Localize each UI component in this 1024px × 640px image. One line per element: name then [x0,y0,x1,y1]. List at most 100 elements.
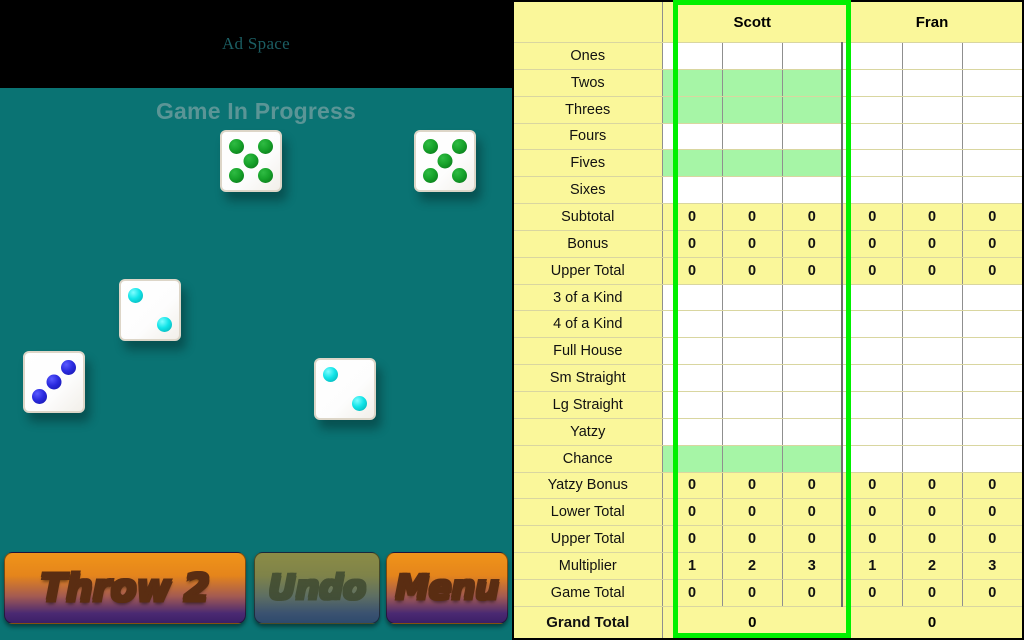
score-cell-scott-sixes-3[interactable] [782,176,843,205]
score-cell-scott-chance-3[interactable] [782,444,843,473]
score-cell-scott-subtotal-2: 0 [722,203,783,231]
score-cell-scott-sixes-1[interactable] [662,176,723,205]
score-cell-scott-3-of-a-kind-3[interactable] [782,283,843,312]
die-4-value-3[interactable] [23,351,85,413]
score-cell-scott-twos-1[interactable] [662,68,723,97]
score-cell-fran-fours-1[interactable] [842,122,903,151]
score-cell-fran-ones-3[interactable] [962,42,1022,70]
score-cell-scott-fives-1[interactable] [662,149,723,178]
score-cell-fran-twos-2[interactable] [902,68,963,97]
score-cell-scott-ones-2[interactable] [722,42,783,70]
score-cell-scott-yatzy-2[interactable] [722,417,783,446]
score-cell-scott-3-of-a-kind-1[interactable] [662,283,723,312]
score-cell-fran-fives-1[interactable] [842,149,903,178]
score-cell-scott-fours-3[interactable] [782,122,843,151]
score-cell-fran-threes-2[interactable] [902,95,963,124]
score-cell-fran-chance-2[interactable] [902,444,963,473]
die-pip-icon [128,288,143,303]
score-cell-scott-twos-3[interactable] [782,68,843,97]
score-cell-fran-sixes-2[interactable] [902,176,963,205]
score-cell-scott-sm-straight-1[interactable] [662,364,723,392]
score-cell-fran-4-of-a-kind-3[interactable] [962,310,1022,339]
score-cell-fran-ones-2[interactable] [902,42,963,70]
scorecard-row: Lower Total 0 0 0 0 0 0 [514,498,1022,527]
score-cell-fran-ones-1[interactable] [842,42,903,70]
score-cell-scott-sm-straight-3[interactable] [782,364,843,392]
score-cell-scott-4-of-a-kind-2[interactable] [722,310,783,339]
score-cell-scott-sm-straight-2[interactable] [722,364,783,392]
score-cell-fran-fours-3[interactable] [962,122,1022,151]
score-cell-fran-fives-2[interactable] [902,149,963,178]
score-cell-fran-twos-1[interactable] [842,68,903,97]
die-pip-icon [229,139,244,154]
score-cell-scott-3-of-a-kind-2[interactable] [722,283,783,312]
score-cell-scott-threes-2[interactable] [722,95,783,124]
score-cell-scott-fives-2[interactable] [722,149,783,178]
player-name-header-scott[interactable]: Scott [662,2,842,44]
score-cell-fran-lg-straight-3[interactable] [962,391,1022,419]
score-cell-scott-fives-3[interactable] [782,149,843,178]
score-cell-fran-sm-straight-2[interactable] [902,364,963,392]
score-cell-scott-4-of-a-kind-1[interactable] [662,310,723,339]
score-cell-fran-threes-3[interactable] [962,95,1022,124]
ad-space-banner[interactable]: Ad Space [0,0,512,88]
score-cell-scott-ones-1[interactable] [662,42,723,70]
score-cell-fran-4-of-a-kind-2[interactable] [902,310,963,339]
button-bar: Throw 2 Undo Menu [0,544,512,640]
game-status-text: Game In Progress [155,98,357,124]
score-cell-fran-3-of-a-kind-1[interactable] [842,283,903,312]
score-cell-scott-threes-3[interactable] [782,95,843,124]
score-cell-fran-lg-straight-2[interactable] [902,391,963,419]
throw-button[interactable]: Throw 2 [4,552,246,624]
score-cell-scott-full-house-1[interactable] [662,337,723,366]
score-cell-fran-chance-1[interactable] [842,444,903,473]
undo-button[interactable]: Undo [254,552,380,624]
score-cell-scott-yatzy-3[interactable] [782,417,843,446]
score-cell-scott-fours-1[interactable] [662,122,723,151]
die-5-value-2[interactable] [314,358,376,420]
score-cell-fran-chance-3[interactable] [962,444,1022,473]
score-cell-fran-4-of-a-kind-1[interactable] [842,310,903,339]
score-cell-fran-3-of-a-kind-2[interactable] [902,283,963,312]
die-3-value-2[interactable] [119,279,181,341]
die-pip-icon [452,168,467,183]
score-cell-scott-fours-2[interactable] [722,122,783,151]
score-cell-fran-lg-straight-1[interactable] [842,391,903,419]
score-cell-scott-upper-total-3: 0 [782,256,843,285]
score-cell-scott-lg-straight-3[interactable] [782,391,843,419]
score-cell-scott-threes-1[interactable] [662,95,723,124]
score-cell-scott-lg-straight-2[interactable] [722,391,783,419]
score-cell-scott-4-of-a-kind-3[interactable] [782,310,843,339]
score-cell-fran-fives-3[interactable] [962,149,1022,178]
score-cell-fran-full-house-1[interactable] [842,337,903,366]
score-cell-fran-threes-1[interactable] [842,95,903,124]
score-cell-scott-yatzy-1[interactable] [662,417,723,446]
menu-button-label: Menu [395,568,499,608]
score-cell-fran-yatzy-3[interactable] [962,417,1022,446]
score-cell-fran-yatzy-1[interactable] [842,417,903,446]
score-row-label-3-of-a-kind: 3 of a Kind [514,283,663,312]
score-cell-fran-fours-2[interactable] [902,122,963,151]
score-cell-fran-twos-3[interactable] [962,68,1022,97]
score-cell-fran-sixes-3[interactable] [962,176,1022,205]
score-cell-scott-ones-3[interactable] [782,42,843,70]
score-cell-fran-full-house-3[interactable] [962,337,1022,366]
scorecard-row: Ones [514,42,1022,70]
menu-button[interactable]: Menu [386,552,508,624]
score-cell-fran-sm-straight-1[interactable] [842,364,903,392]
player-name-header-fran[interactable]: Fran [842,2,1022,44]
score-cell-fran-yatzy-2[interactable] [902,417,963,446]
score-cell-fran-sixes-1[interactable] [842,176,903,205]
die-2-value-5[interactable] [414,130,476,192]
score-cell-scott-full-house-3[interactable] [782,337,843,366]
score-cell-scott-lg-straight-1[interactable] [662,391,723,419]
score-cell-scott-twos-2[interactable] [722,68,783,97]
score-cell-scott-sixes-2[interactable] [722,176,783,205]
score-cell-fran-sm-straight-3[interactable] [962,364,1022,392]
score-cell-scott-full-house-2[interactable] [722,337,783,366]
die-1-value-5[interactable] [220,130,282,192]
score-cell-fran-full-house-2[interactable] [902,337,963,366]
score-cell-scott-chance-1[interactable] [662,444,723,473]
score-cell-fran-3-of-a-kind-3[interactable] [962,283,1022,312]
score-cell-scott-chance-2[interactable] [722,444,783,473]
